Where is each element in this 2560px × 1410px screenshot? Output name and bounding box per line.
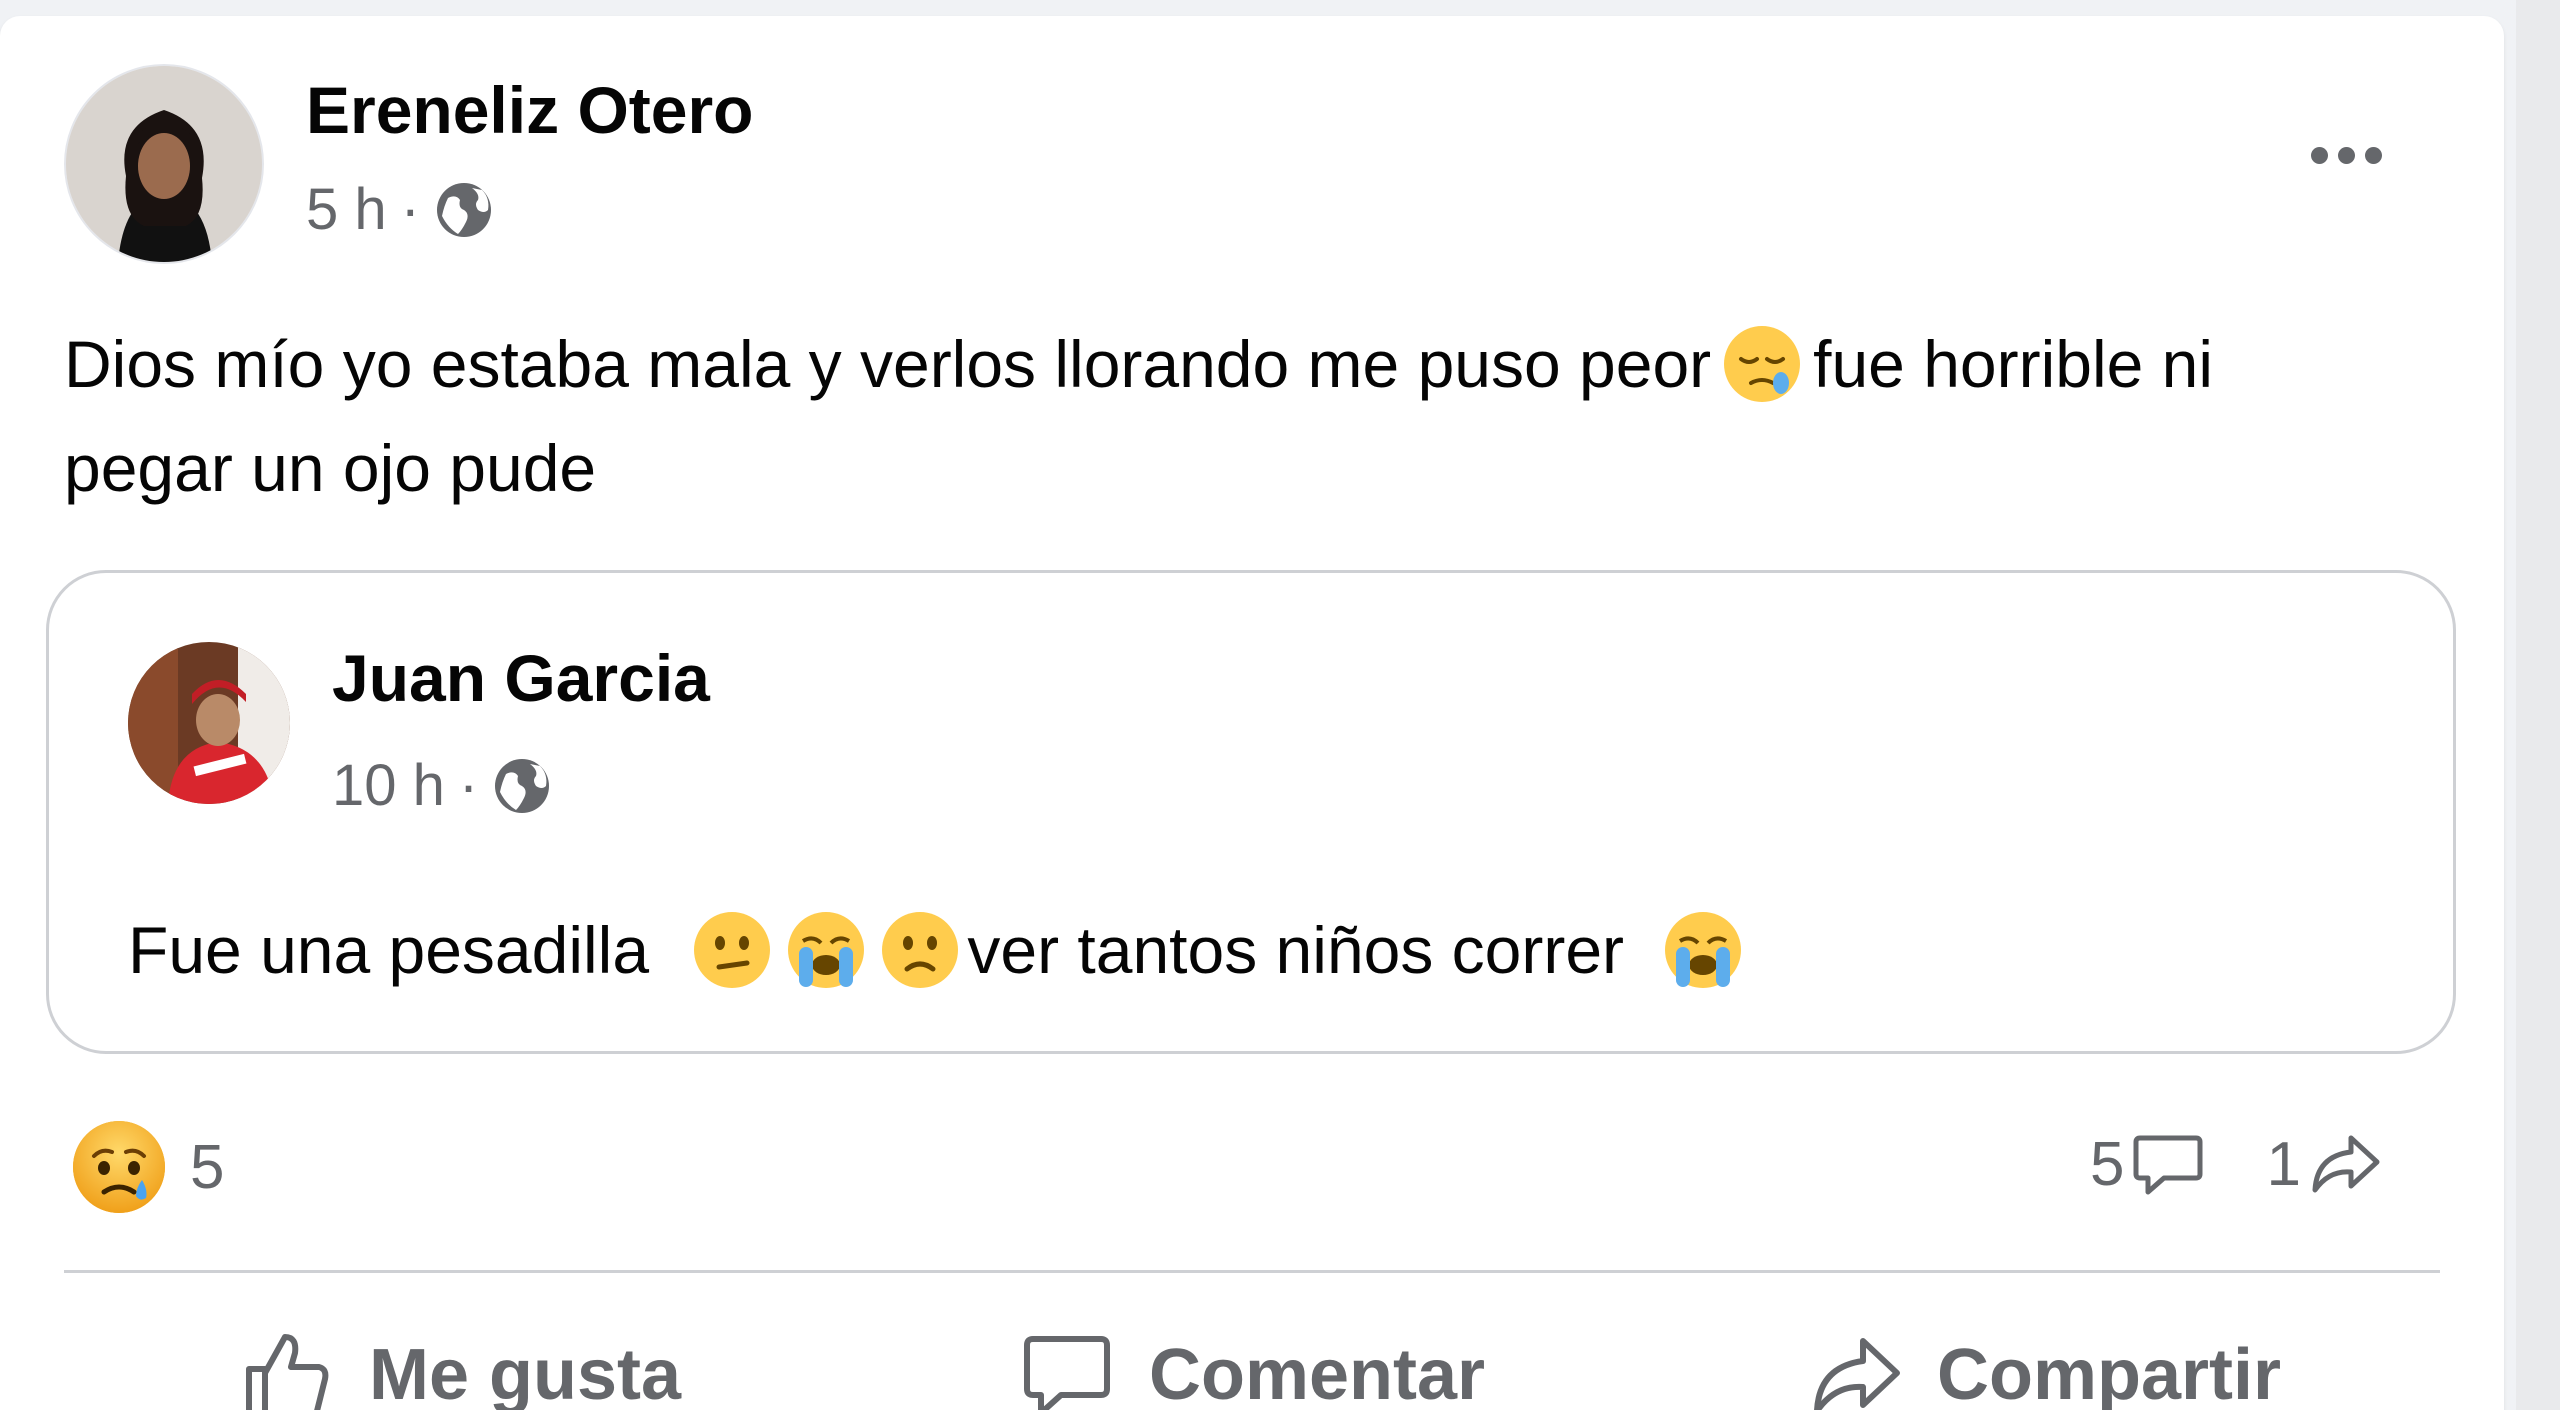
post-text: Dios mío yo estaba mala y verlos llorand… <box>64 312 2364 520</box>
actions-divider <box>64 1270 2440 1273</box>
share-count[interactable]: 1 <box>2266 1126 2382 1202</box>
post-actions-bar: Me gusta Comentar Compartir <box>64 1300 2440 1410</box>
share-count-value: 1 <box>2266 1129 2301 1199</box>
post-timestamp[interactable]: 5 h <box>306 176 387 243</box>
sleepy-face-emoji <box>1724 326 1801 402</box>
loudly-crying-face-emoji <box>1665 912 1742 988</box>
comment-count-value: 5 <box>2090 1129 2125 1199</box>
reactions-summary[interactable]: 5 <box>70 1118 224 1216</box>
comment-icon <box>1023 1336 1110 1410</box>
comment-label: Comentar <box>1148 1335 1486 1410</box>
comment-count[interactable]: 5 <box>2090 1126 2206 1202</box>
share-icon <box>1814 1338 1900 1410</box>
reaction-count: 5 <box>190 1132 225 1202</box>
loudly-crying-face-emoji <box>788 912 865 988</box>
sad-reaction-icon <box>73 1121 165 1213</box>
meta-separator: · <box>400 177 420 242</box>
globe-icon[interactable] <box>492 756 552 816</box>
post-text-part1: Dios mío yo estaba mala y verlos llorand… <box>64 327 1712 401</box>
shared-post-timestamp[interactable]: 10 h <box>332 752 445 819</box>
shared-author-name[interactable]: Juan Garcia <box>332 640 710 716</box>
post-meta: 5 h · <box>306 176 494 243</box>
feed-page: Ereneliz Otero 5 h · Dios mío yo estaba … <box>0 0 2560 1410</box>
author-avatar[interactable] <box>64 64 264 264</box>
shared-author-avatar[interactable] <box>128 642 290 804</box>
comment-button[interactable]: Comentar <box>856 1300 1648 1410</box>
shared-text-part1: Fue una pesadilla <box>128 913 650 987</box>
scrollbar-track[interactable] <box>2516 0 2560 1410</box>
like-label: Me gusta <box>368 1335 682 1410</box>
share-button[interactable]: Compartir <box>1648 1300 2440 1410</box>
thumbs-up-icon <box>245 1334 329 1410</box>
like-button[interactable]: Me gusta <box>64 1300 856 1410</box>
more-options-icon <box>2310 146 2328 164</box>
globe-icon[interactable] <box>434 180 494 240</box>
more-options-button[interactable] <box>2286 120 2406 190</box>
engagement-counts: 5 1 <box>2090 1126 2383 1202</box>
shared-text-part2: ver tantos niños correr <box>967 913 1625 987</box>
shared-post-text: Fue una pesadilla ver tantos niños corre… <box>128 902 1754 998</box>
frowning-face-emoji <box>882 912 959 988</box>
share-label: Compartir <box>1936 1335 2282 1410</box>
shared-post-meta: 10 h · <box>332 752 552 819</box>
confused-face-emoji <box>694 912 771 988</box>
comment-icon <box>2133 1135 2203 1195</box>
author-name[interactable]: Ereneliz Otero <box>306 72 753 148</box>
share-icon <box>2312 1135 2380 1193</box>
meta-separator: · <box>458 753 479 818</box>
